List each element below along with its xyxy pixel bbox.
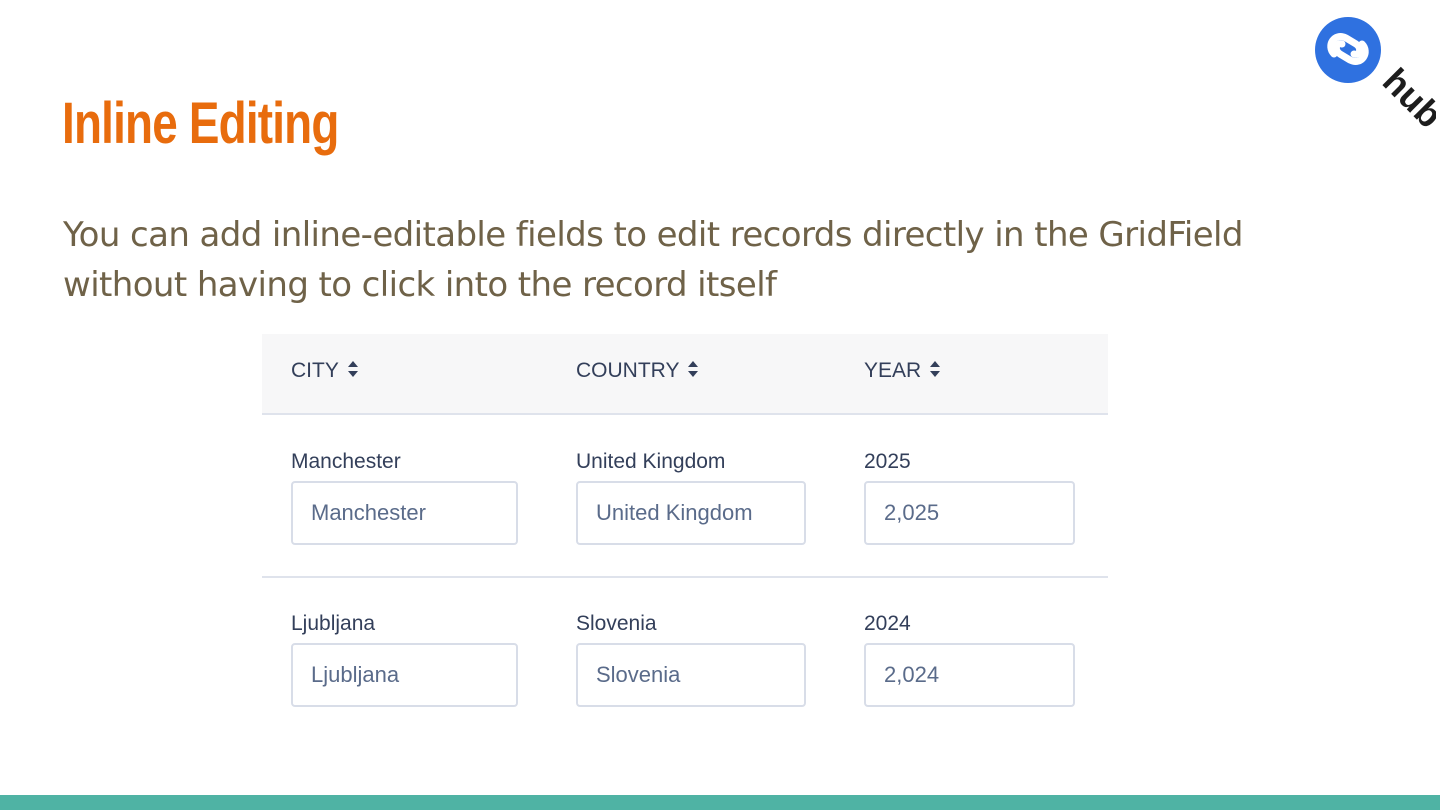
- column-header-year[interactable]: YEAR: [864, 358, 941, 384]
- column-header-country[interactable]: COUNTRY: [576, 358, 699, 384]
- city-input[interactable]: [291, 481, 518, 545]
- city-input[interactable]: [291, 643, 518, 707]
- table-row: Ljubljana Slovenia 2024: [262, 577, 1108, 738]
- country-label: United Kingdom: [576, 450, 726, 473]
- column-header-city[interactable]: CITY: [291, 358, 359, 384]
- country-input[interactable]: [576, 481, 806, 545]
- description-line-2: without having to click into the record …: [63, 265, 777, 305]
- gridfield-table: CITY COUNTRY YEAR Manchester United King…: [262, 334, 1108, 734]
- city-label: Ljubljana: [291, 612, 376, 635]
- description-line-1: You can add inline-editable fields to ed…: [63, 215, 1243, 255]
- city-label: Manchester: [291, 450, 401, 473]
- sort-icon[interactable]: [347, 360, 359, 378]
- year-label: 2025: [864, 450, 911, 473]
- column-header-label: CITY: [291, 359, 339, 382]
- year-input[interactable]: [864, 643, 1075, 707]
- footer-accent-bar: [0, 795, 1440, 810]
- country-input[interactable]: [576, 643, 806, 707]
- silverstripe-icon: hub: [1315, 17, 1440, 136]
- table-header: CITY COUNTRY YEAR: [262, 334, 1108, 415]
- column-header-label: COUNTRY: [576, 359, 680, 382]
- hub-logo: hub: [1312, 14, 1440, 140]
- logo-text: hub: [1375, 60, 1436, 136]
- slide-description: You can add inline-editable fields to ed…: [63, 210, 1363, 310]
- table-row: Manchester United Kingdom 2025: [262, 415, 1108, 578]
- country-label: Slovenia: [576, 612, 657, 635]
- year-label: 2024: [864, 612, 911, 635]
- year-input[interactable]: [864, 481, 1075, 545]
- sort-icon[interactable]: [929, 360, 941, 378]
- sort-icon[interactable]: [687, 360, 699, 378]
- slide-title: Inline Editing: [62, 91, 339, 156]
- column-header-label: YEAR: [864, 359, 922, 382]
